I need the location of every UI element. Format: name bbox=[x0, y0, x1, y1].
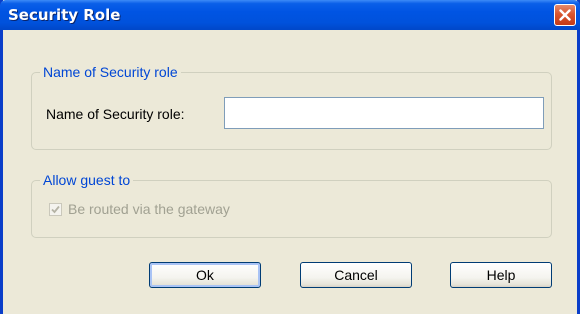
window-title: Security Role bbox=[8, 6, 121, 24]
security-role-name-label: Name of Security role: bbox=[46, 106, 185, 122]
help-button[interactable]: Help bbox=[450, 262, 552, 288]
close-icon bbox=[559, 9, 571, 21]
security-role-name-input[interactable] bbox=[224, 97, 544, 129]
guest-group: Allow guest to Be routed via the gateway bbox=[31, 172, 552, 238]
checkmark-icon bbox=[51, 205, 60, 214]
gateway-route-label: Be routed via the gateway bbox=[68, 201, 230, 217]
ok-button[interactable]: Ok bbox=[149, 262, 261, 288]
cancel-button[interactable]: Cancel bbox=[300, 262, 412, 288]
name-group: Name of Security role Name of Security r… bbox=[31, 64, 552, 150]
guest-group-legend: Allow guest to bbox=[40, 172, 134, 188]
close-button[interactable] bbox=[554, 4, 576, 26]
title-bar[interactable]: Security Role bbox=[0, 0, 580, 30]
security-role-dialog: Security Role Name of Security role Name… bbox=[0, 0, 580, 314]
name-group-legend: Name of Security role bbox=[40, 64, 181, 80]
gateway-route-checkbox[interactable] bbox=[49, 203, 62, 216]
